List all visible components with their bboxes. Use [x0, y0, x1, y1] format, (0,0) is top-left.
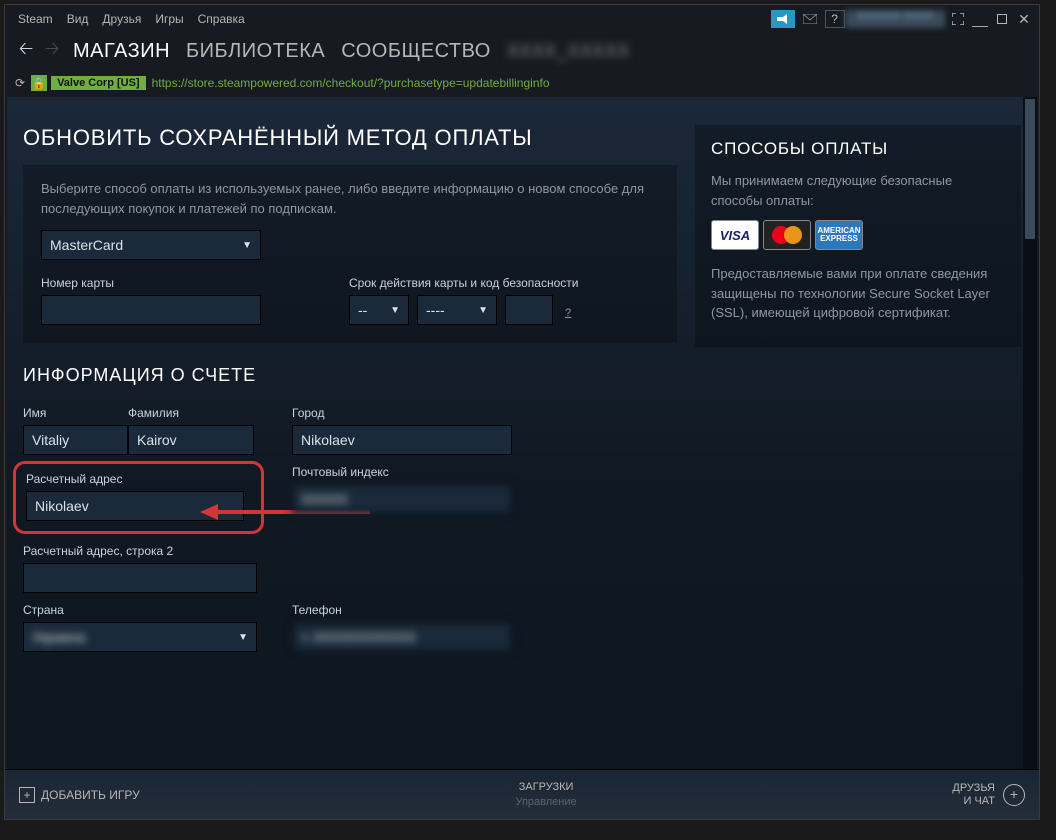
expiry-label: Срок действия карты и код безопасности [349, 276, 578, 290]
plus-icon[interactable]: + [19, 787, 35, 803]
expiry-month-select[interactable]: --▼ [349, 295, 409, 325]
billing-addr-label: Расчетный адрес [26, 472, 251, 486]
refresh-icon[interactable]: ⟳ [15, 76, 25, 90]
accept-text: Мы принимаем следующие безопасные способ… [711, 171, 1005, 210]
cert-badge: Valve Corp [US] [51, 76, 146, 90]
postal-input[interactable]: XXXXX [292, 484, 512, 514]
tab-library[interactable]: БИБЛИОТЕКА [178, 40, 333, 63]
intro-text: Выберите способ оплаты из используемых р… [41, 179, 659, 218]
urlbar: ⟳ 🔒 Valve Corp [US] https://store.steamp… [5, 69, 1039, 97]
city-input[interactable]: Nikolaev [292, 425, 512, 455]
mastercard-icon [763, 220, 811, 250]
menu-view[interactable]: Вид [60, 12, 96, 26]
cvv-input[interactable] [505, 295, 553, 325]
amex-icon: AMERICANEXPRESS [815, 220, 863, 250]
lastname-input[interactable]: Kairov [128, 425, 254, 455]
navbar: 🡠 🡢 МАГАЗИН БИБЛИОТЕКА СООБЩЕСТВО XXXX_X… [5, 33, 1039, 69]
country-label: Страна [23, 603, 258, 617]
content: ОБНОВИТЬ СОХРАНЁННЫЙ МЕТОД ОПЛАТЫ Выбери… [7, 97, 1037, 769]
url-text: https://store.steampowered.com/checkout/… [152, 76, 550, 90]
tab-profile[interactable]: XXXX_XXXXX [499, 41, 638, 62]
cvv-help-icon[interactable]: ? [565, 307, 571, 319]
billing-addr2-label: Расчетный адрес, строка 2 [23, 544, 258, 558]
footer: + ДОБАВИТЬ ИГРУ ЗАГРУЗКИ Управление ДРУЗ… [5, 769, 1039, 819]
maximize-button[interactable] [993, 10, 1011, 28]
add-game-button[interactable]: ДОБАВИТЬ ИГРУ [41, 788, 140, 802]
account-dropdown[interactable]: XXXXXX XXXX [845, 10, 945, 28]
titlebar: Steam Вид Друзья Игры Справка ? XXXXXX X… [5, 5, 1039, 33]
menu-help[interactable]: Справка [191, 12, 252, 26]
payment-method-select[interactable]: MasterCard ▼ [41, 230, 261, 260]
fullscreen-icon[interactable] [949, 10, 967, 28]
payment-method-value: MasterCard [50, 237, 123, 253]
close-button[interactable]: ✕ [1015, 10, 1033, 28]
card-number-input[interactable] [41, 295, 261, 325]
firstname-input[interactable]: Vitaliy [23, 425, 128, 455]
tab-store[interactable]: МАГАЗИН [65, 40, 178, 63]
friends-plus-icon[interactable]: + [1003, 784, 1025, 806]
lastname-label: Фамилия [128, 406, 258, 420]
billing-addr-input[interactable]: Nikolaev [26, 491, 244, 521]
menu-friends[interactable]: Друзья [95, 12, 148, 26]
menu-games[interactable]: Игры [148, 12, 190, 26]
tab-community[interactable]: СООБЩЕСТВО [333, 40, 499, 63]
phone-label: Телефон [292, 603, 512, 617]
back-button[interactable]: 🡠 [13, 38, 39, 64]
forward-button[interactable]: 🡢 [39, 38, 65, 64]
city-label: Город [292, 406, 512, 420]
lock-icon: 🔒 [31, 75, 47, 91]
postal-label: Почтовый индекс [292, 465, 512, 479]
downloads-label[interactable]: ЗАГРУЗКИ [140, 780, 953, 794]
page-title: ОБНОВИТЬ СОХРАНЁННЫЙ МЕТОД ОПЛАТЫ [23, 125, 677, 151]
expiry-year-select[interactable]: ----▼ [417, 295, 497, 325]
billing-title: ИНФОРМАЦИЯ О СЧЕТЕ [23, 365, 677, 386]
chevron-down-icon: ▼ [242, 240, 252, 251]
ssl-text: Предоставляемые вами при оплате сведения… [711, 264, 1005, 323]
visa-icon: VISA [711, 220, 759, 250]
friends-chat-button[interactable]: ДРУЗЬЯ И ЧАТ [952, 782, 995, 806]
announce-icon[interactable] [771, 10, 795, 28]
payment-section: Выберите способ оплаты из используемых р… [23, 165, 677, 343]
inbox-icon[interactable] [798, 10, 822, 28]
minimize-button[interactable]: __ [971, 10, 989, 28]
card-number-label: Номер карты [41, 276, 261, 290]
menu-steam[interactable]: Steam [11, 12, 60, 26]
downloads-sub[interactable]: Управление [140, 795, 953, 809]
billing-addr2-input[interactable] [23, 563, 257, 593]
country-select[interactable]: Украина▼ [23, 622, 257, 652]
side-title: СПОСОБЫ ОПЛАТЫ [711, 139, 1005, 159]
firstname-label: Имя [23, 406, 128, 420]
payment-methods-box: СПОСОБЫ ОПЛАТЫ Мы принимаем следующие бе… [695, 125, 1021, 347]
phone-input[interactable]: + XXXXXXXXXXX [292, 622, 512, 652]
highlight-annotation: Расчетный адрес Nikolaev [13, 461, 264, 534]
help-icon[interactable]: ? [825, 10, 845, 28]
scrollbar[interactable] [1023, 97, 1037, 769]
